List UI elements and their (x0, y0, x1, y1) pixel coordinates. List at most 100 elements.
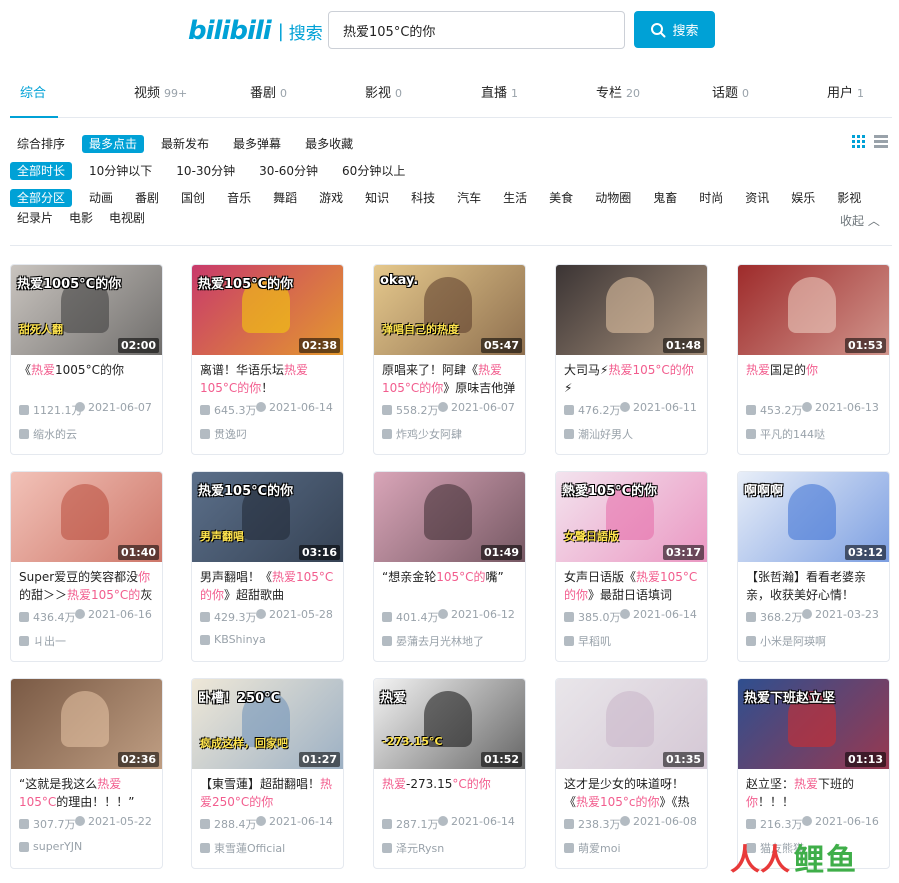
zone-chip[interactable]: 知识 (358, 189, 396, 207)
zone-chip[interactable]: 纪录片 (10, 209, 60, 227)
search-input[interactable]: 热爱105°C的你 (328, 11, 625, 49)
duration-30-60[interactable]: 30-60分钟 (252, 162, 325, 180)
uploader[interactable]: 炸鸡少女阿肆 (382, 426, 462, 442)
video-thumbnail[interactable]: 热爱105°C的你 男声翻唱 03:16 (192, 472, 343, 562)
video-thumbnail[interactable]: 热爱1005°C的你 甜死人翻 02:00 (11, 265, 162, 355)
video-thumbnail[interactable]: 热爱下班赵立坚 01:13 (738, 679, 889, 769)
video-card[interactable]: 啊啊啊 03:12 【张哲瀚】看看老婆亲亲，收获美好心情！ 368.2万 2021-03… (737, 471, 890, 662)
duration-all[interactable]: 全部时长 (10, 162, 73, 180)
video-thumbnail[interactable]: 01:40 (11, 472, 162, 562)
sort-default[interactable]: 综合排序 (10, 135, 72, 153)
zone-chip[interactable]: 舞蹈 (266, 189, 304, 207)
video-card[interactable]: 熱愛105°C的你 女聲日語版 03:17 女声日语版《热爱105°C 的你》最甜日语填… (555, 471, 708, 662)
zone-chip[interactable]: 资讯 (738, 189, 776, 207)
uploader[interactable]: 平凡的144哒 (746, 426, 825, 442)
list-view-icon[interactable] (874, 135, 888, 148)
video-card[interactable]: 卧槽！250°C 疯成这样，回家吧 01:27 【東雪蓮】超甜翻唱！热爱250°C的你… (191, 678, 344, 869)
tab-video[interactable]: 视频 99+ (134, 82, 187, 101)
video-title[interactable]: 赵立坚：热爱下班的你！！！ (738, 769, 889, 814)
zone-chip[interactable]: 娱乐 (784, 189, 822, 207)
tab-bangumi[interactable]: 番剧 0 (250, 82, 287, 101)
video-card[interactable]: 热爱105°C的你 02:38 离谱！华语乐坛热爱105°C的你！ 645.3万 202… (191, 264, 344, 455)
tab-film[interactable]: 影视 0 (365, 82, 402, 101)
video-thumbnail[interactable]: 01:49 (374, 472, 525, 562)
uploader[interactable]: 潮汕好男人 (564, 426, 633, 442)
uploader[interactable]: ㄐ出一 (19, 633, 66, 649)
video-thumbnail[interactable]: 卧槽！250°C 疯成这样，回家吧 01:27 (192, 679, 343, 769)
zone-chip[interactable]: 生活 (496, 189, 534, 207)
video-title[interactable]: 大司马⚡热爱105°C的你 ⚡ (556, 355, 707, 400)
video-card[interactable]: okay. 弹唱自己的热度 05:47 原唱来了！阿肆《热爱 105°C的你》原味吉他弹… (373, 264, 526, 455)
zone-chip[interactable]: 鬼畜 (646, 189, 684, 207)
video-card[interactable]: 02:36 “这就是我这么热爱105°C的理由！！！” 307.7万 2021-05-… (10, 678, 163, 869)
uploader[interactable]: 小米是阿瑛啊 (746, 633, 826, 649)
video-thumbnail[interactable]: okay. 弹唱自己的热度 05:47 (374, 265, 525, 355)
video-thumbnail[interactable]: 01:53 (738, 265, 889, 355)
video-title[interactable]: 女声日语版《热爱105°C 的你》最甜日语填词 (556, 562, 707, 607)
zone-chip[interactable]: 电影 (62, 209, 100, 227)
zone-chip[interactable]: 番剧 (128, 189, 166, 207)
uploader[interactable]: 泽元Rysn (382, 840, 444, 856)
sort-most-danmaku[interactable]: 最多弹幕 (226, 135, 288, 153)
uploader[interactable]: KBShinya (200, 633, 266, 646)
search-button[interactable]: 搜索 (634, 11, 715, 48)
video-thumbnail[interactable]: 01:35 (556, 679, 707, 769)
tab-topic[interactable]: 话题 0 (712, 82, 749, 101)
zone-chip[interactable]: 美食 (542, 189, 580, 207)
video-card[interactable]: 01:48 大司马⚡热爱105°C的你 ⚡ 476.2万 2021-06-11 潮汕好男人 (555, 264, 708, 455)
uploader[interactable]: superYJN (19, 840, 82, 853)
uploader[interactable]: 缩水的云 (19, 426, 77, 442)
uploader[interactable]: 早稻叽 (564, 633, 611, 649)
zone-chip[interactable]: 音乐 (220, 189, 258, 207)
uploader[interactable]: 東雪蓮Official (200, 840, 285, 856)
zone-chip[interactable]: 科技 (404, 189, 442, 207)
grid-view-icon[interactable] (852, 135, 866, 148)
video-title[interactable]: 【张哲瀚】看看老婆亲亲，收获美好心情！ (738, 562, 889, 607)
uploader[interactable]: 贯逸叼 (200, 426, 247, 442)
video-card[interactable]: 01:53 热爱国足的你 453.2万 2021-06-13 平凡的144哒 (737, 264, 890, 455)
video-title[interactable]: 热爱-273.15°C的你 (374, 769, 525, 814)
zone-chip[interactable]: 国创 (174, 189, 212, 207)
duration-under-10[interactable]: 10分钟以下 (82, 162, 159, 180)
duration-10-30[interactable]: 10-30分钟 (169, 162, 242, 180)
zone-chip[interactable]: 动画 (82, 189, 120, 207)
video-thumbnail[interactable]: 熱愛105°C的你 女聲日語版 03:17 (556, 472, 707, 562)
collapse-filters-button[interactable]: 收起 ︿ (840, 212, 880, 229)
video-card[interactable]: 热爱1005°C的你 甜死人翻 02:00 《热爱1005°C的你 1121.1万 202… (10, 264, 163, 455)
video-thumbnail[interactable]: 啊啊啊 03:12 (738, 472, 889, 562)
zone-chip[interactable]: 动物圈 (588, 189, 638, 207)
duration-over-60[interactable]: 60分钟以上 (335, 162, 412, 180)
tab-live[interactable]: 直播 1 (481, 82, 518, 101)
video-thumbnail[interactable]: 02:36 (11, 679, 162, 769)
sort-most-clicked[interactable]: 最多点击 (82, 135, 145, 153)
video-title[interactable]: 这才是少女的味道呀！《热爱105°c的你》《热 (556, 769, 707, 814)
video-thumbnail[interactable]: 热爱 -273.15°C 01:52 (374, 679, 525, 769)
video-title[interactable]: “想亲金轮105°C的嘴” (374, 562, 525, 607)
video-card[interactable]: 01:49 “想亲金轮105°C的嘴” 401.4万 2021-06-12 晏蒲去月光林… (373, 471, 526, 662)
video-title[interactable]: 《热爱1005°C的你 (11, 355, 162, 400)
video-card[interactable]: 热爱 -273.15°C 01:52 热爱-273.15°C的你 287.1万 2021-… (373, 678, 526, 869)
zone-chip[interactable]: 汽车 (450, 189, 488, 207)
video-card[interactable]: 热爱105°C的你 男声翻唱 03:16 男声翻唱！《热爱105°C的你》超甜歌曲 42… (191, 471, 344, 662)
video-title[interactable]: 男声翻唱！《热爱105°C 的你》超甜歌曲 (192, 562, 343, 607)
video-card[interactable]: 01:35 这才是少女的味道呀！《热爱105°c的你》《热 238.3万 2021-0… (555, 678, 708, 869)
video-thumbnail[interactable]: 热爱105°C的你 02:38 (192, 265, 343, 355)
sort-newest[interactable]: 最新发布 (154, 135, 216, 153)
uploader[interactable]: 晏蒲去月光林地了 (382, 633, 484, 649)
uploader[interactable]: 萌爱moi (564, 840, 621, 856)
zone-chip[interactable]: 时尚 (692, 189, 730, 207)
video-title[interactable]: 离谱！华语乐坛热爱 105°C的你！ (192, 355, 343, 400)
video-title[interactable]: Super爱豆的笑容都没你的甜＞＞热爱105°C的灰 (11, 562, 162, 607)
zone-all[interactable]: 全部分区 (10, 189, 73, 207)
video-title[interactable]: 热爱国足的你 (738, 355, 889, 400)
tab-article[interactable]: 专栏 20 (596, 82, 640, 101)
tab-all[interactable]: 综合 (20, 82, 46, 101)
tab-user[interactable]: 用户 1 (827, 82, 864, 101)
bilibili-logo[interactable]: bilibili | 搜索 (188, 16, 323, 46)
video-card[interactable]: 01:40 Super爱豆的笑容都没你的甜＞＞热爱105°C的灰 436.4万 202… (10, 471, 163, 662)
zone-chip[interactable]: 游戏 (312, 189, 350, 207)
video-title[interactable]: “这就是我这么热爱105°C的理由！！！” (11, 769, 162, 814)
video-thumbnail[interactable]: 01:48 (556, 265, 707, 355)
video-title[interactable]: 原唱来了！阿肆《热爱 105°C的你》原味吉他弹 (374, 355, 525, 400)
sort-most-favorites[interactable]: 最多收藏 (298, 135, 360, 153)
